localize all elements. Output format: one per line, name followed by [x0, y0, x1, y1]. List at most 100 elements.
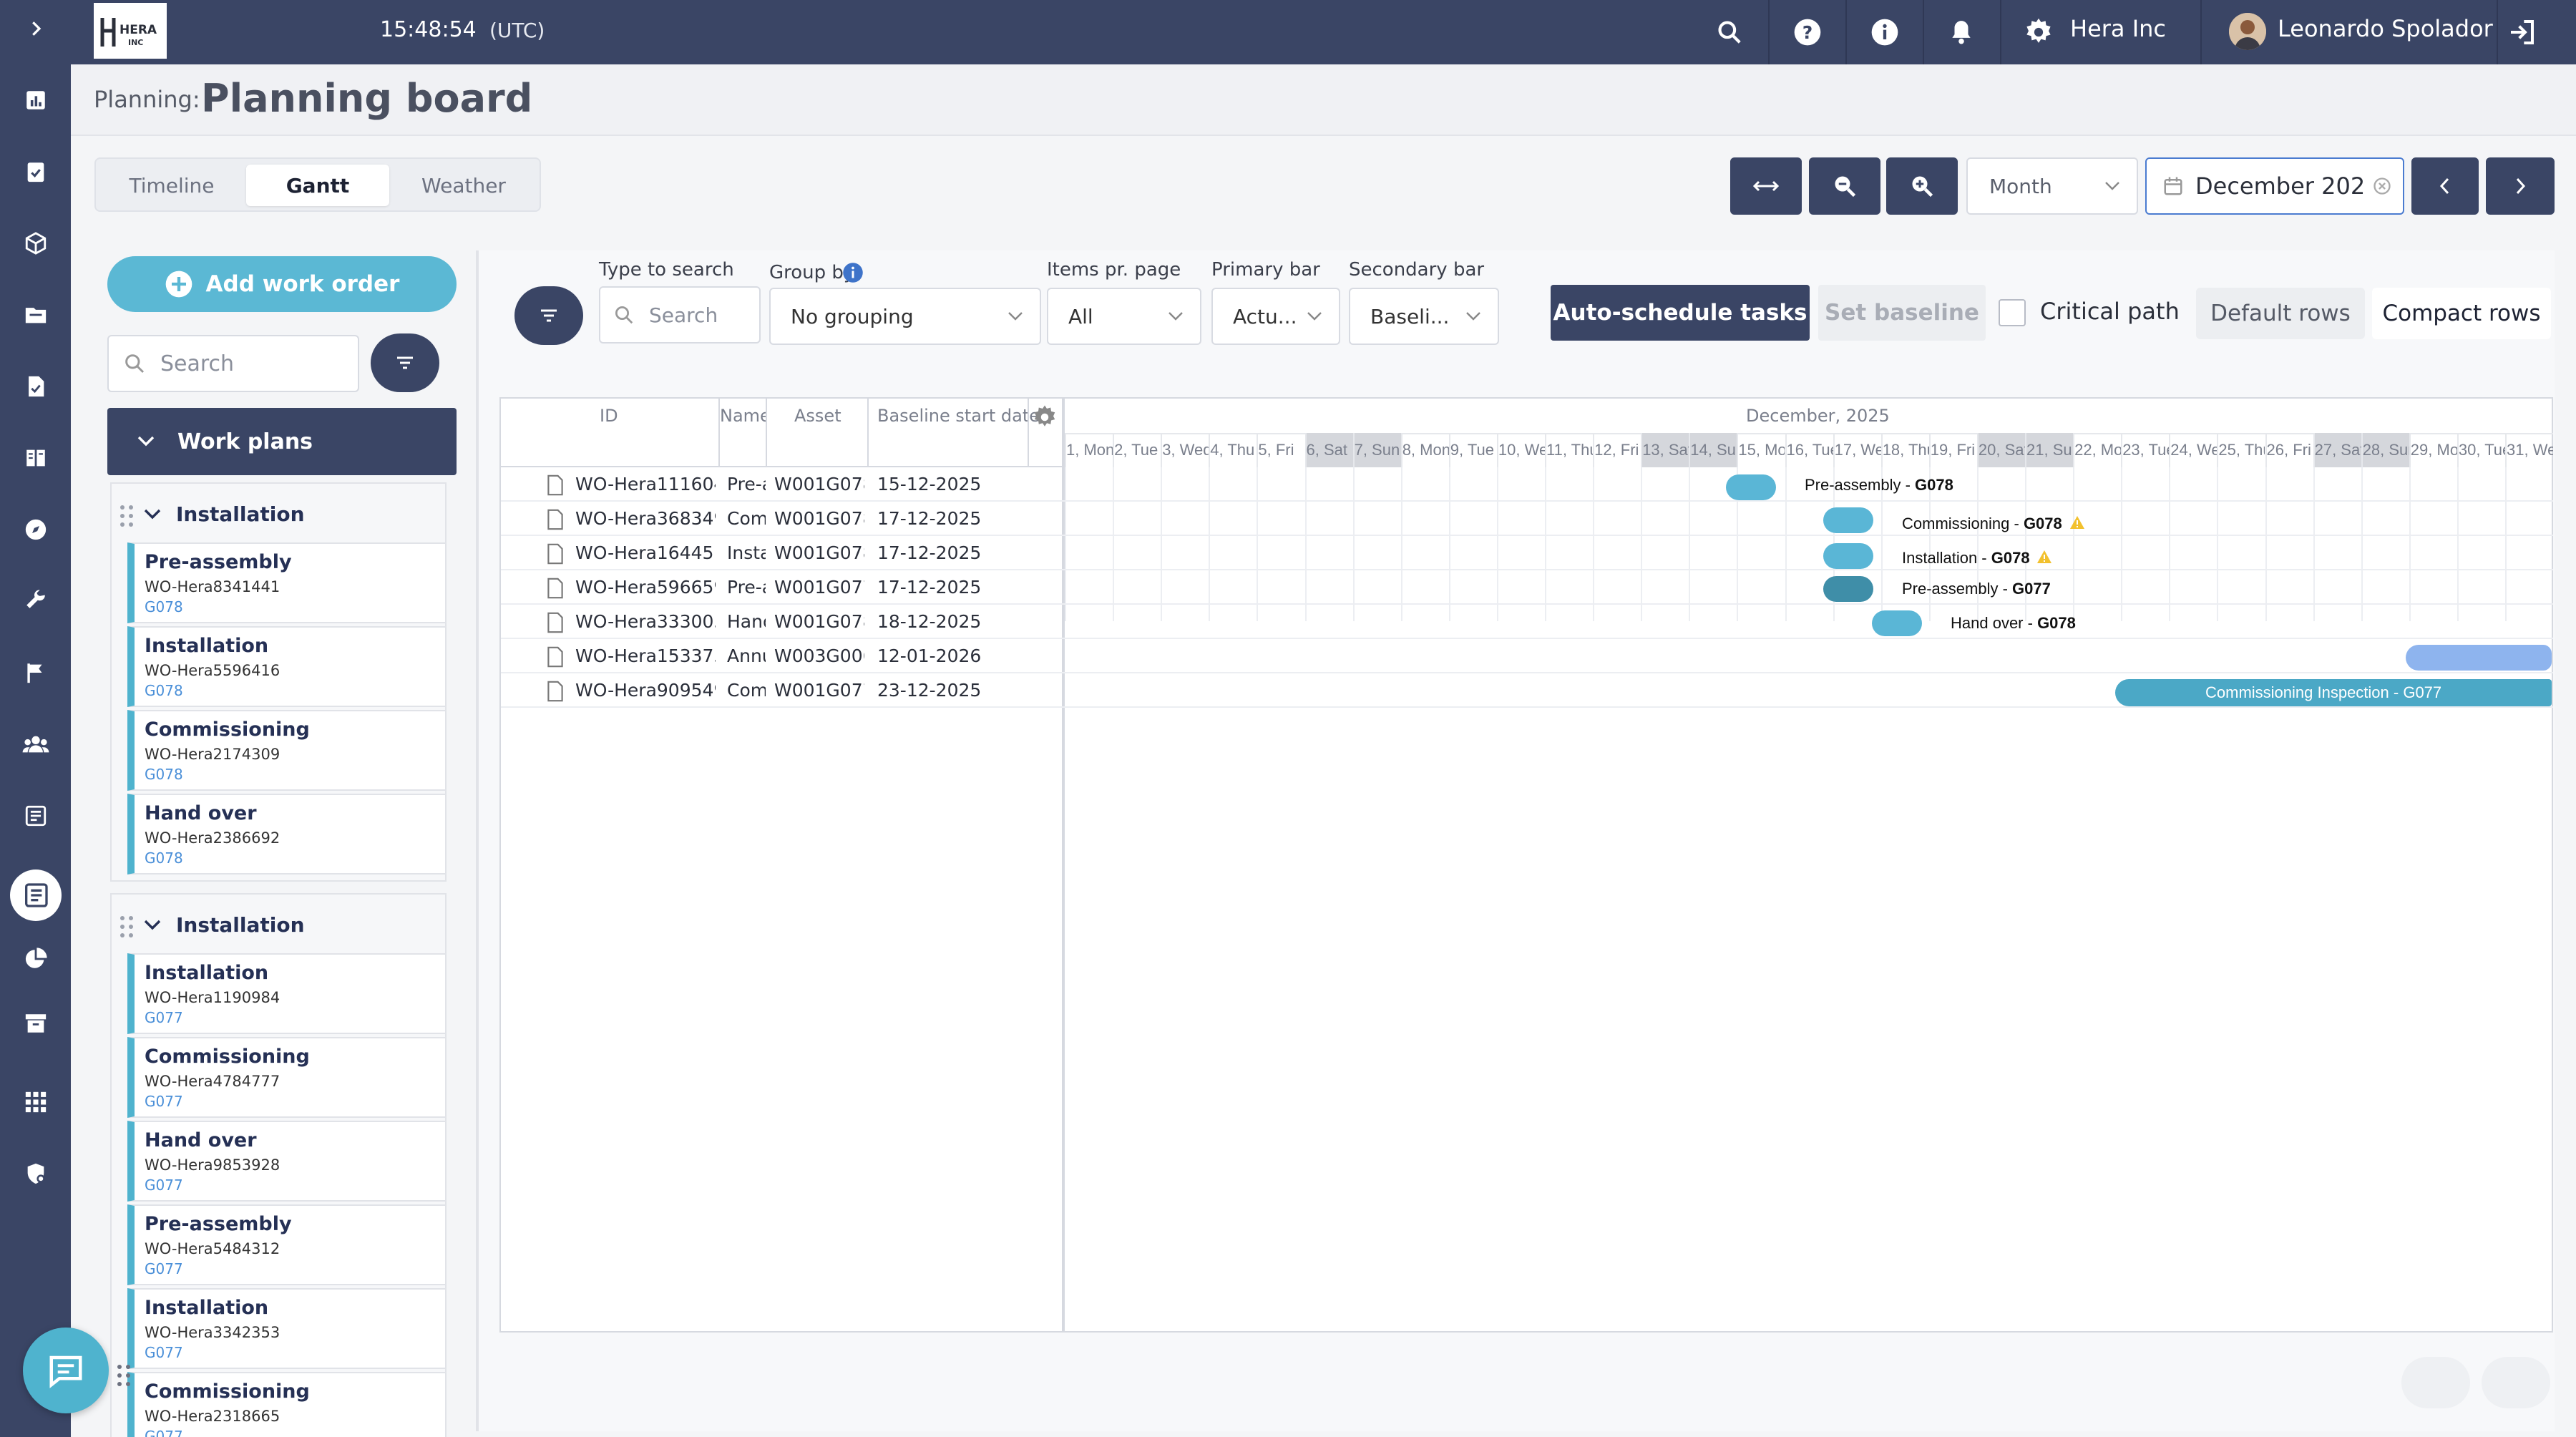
gantt-bar[interactable]	[2406, 645, 2552, 671]
work-order-card[interactable]: Hand over WO-Hera2386692 G078	[127, 794, 447, 875]
work-order-card[interactable]: Commissioning WO-Hera2174309 G078	[127, 710, 447, 791]
items-per-page-select[interactable]: All	[1047, 288, 1201, 345]
wrench-icon[interactable]	[18, 583, 54, 619]
table-row[interactable]: WO-Hera1116046 Pre-assembly W001G078 15-…	[501, 467, 2553, 502]
work-order-card[interactable]: Installation WO-Hera1190984 G077	[127, 953, 447, 1034]
table-header: ID Name Asset Baseline start date	[501, 399, 1065, 467]
primary-bar-select[interactable]: Actu...	[1211, 288, 1340, 345]
work-order-card[interactable]: Installation WO-Hera5596416 G078	[127, 626, 447, 707]
planning-list-icon[interactable]	[18, 798, 54, 834]
planning-board-icon[interactable]	[10, 869, 62, 921]
chevron-down-icon[interactable]	[143, 508, 162, 521]
filter-button[interactable]	[371, 333, 439, 392]
gantt-bar-label: Pre-assembly - G077	[1902, 580, 2051, 598]
chat-icon	[49, 1355, 82, 1388]
work-plan-group: Installation Installation WO-Hera1190984 G…	[110, 893, 447, 1437]
plus-circle-icon	[165, 271, 192, 298]
table-row[interactable]: WO-Hera3330057 Hand over W001G078 18-12-…	[501, 605, 2553, 639]
zoom-in-button[interactable]	[1886, 157, 1958, 215]
settings-gear-icon[interactable]	[2021, 14, 2057, 50]
company-name[interactable]: Hera Inc	[2070, 15, 2166, 42]
drag-handle-icon[interactable]	[119, 915, 135, 939]
column-header-start[interactable]: Baseline start date	[877, 406, 1040, 426]
gantt-bar[interactable]	[1872, 610, 1922, 636]
gantt-bar[interactable]	[1823, 576, 1873, 602]
page-prev-button[interactable]	[2401, 1357, 2470, 1408]
gantt-bar[interactable]	[1726, 474, 1776, 500]
archive-icon[interactable]	[18, 1005, 54, 1041]
drag-handle-icon[interactable]	[119, 504, 135, 528]
folder-icon[interactable]	[18, 297, 54, 333]
package-icon[interactable]	[18, 225, 54, 261]
next-period-button[interactable]	[2486, 157, 2555, 215]
resize-handle-icon[interactable]	[116, 1363, 132, 1388]
primary-bar-value: Actu...	[1233, 304, 1297, 328]
search-placeholder: Search	[160, 351, 235, 376]
gantt-filter-button[interactable]	[514, 286, 583, 345]
expand-menu-icon[interactable]	[18, 11, 54, 47]
work-order-card[interactable]: Commissioning WO-Hera4784777 G077	[127, 1037, 447, 1118]
info-icon[interactable]	[842, 262, 864, 283]
gantt-bar[interactable]	[1823, 507, 1873, 533]
work-plans-header[interactable]: Work plans	[107, 408, 457, 475]
default-rows-button[interactable]: Default rows	[2196, 288, 2365, 339]
column-header-asset[interactable]: Asset	[794, 406, 841, 426]
gantt-search-input[interactable]: Search	[599, 286, 761, 344]
document-check-icon[interactable]	[18, 369, 54, 404]
previous-period-button[interactable]	[2411, 157, 2479, 215]
column-header-id[interactable]: ID	[600, 406, 618, 426]
date-picker[interactable]: December 202	[2145, 157, 2404, 215]
analytics-icon[interactable]	[18, 82, 54, 118]
help-icon[interactable]: ?	[1790, 14, 1825, 50]
set-baseline-button[interactable]: Set baseline	[1818, 285, 1986, 341]
scale-select[interactable]: Month	[1966, 157, 2138, 215]
chat-support-button[interactable]	[23, 1328, 109, 1413]
group-by-select[interactable]: No grouping	[769, 288, 1041, 345]
tab-weather[interactable]: Weather	[394, 165, 534, 206]
gantt-bar[interactable]	[1823, 543, 1873, 569]
chevron-down-icon[interactable]	[143, 919, 162, 932]
work-order-search[interactable]: Search	[107, 335, 359, 392]
auto-schedule-button[interactable]: Auto-schedule tasks	[1551, 285, 1810, 341]
column-settings-gear-icon[interactable]	[1032, 404, 1058, 430]
search-icon	[125, 354, 145, 374]
cell-asset: W001G077	[774, 680, 864, 701]
team-icon[interactable]	[18, 726, 54, 762]
compass-icon[interactable]	[18, 512, 54, 547]
tab-gantt[interactable]: Gantt	[246, 165, 389, 206]
pie-chart-icon[interactable]	[18, 941, 54, 977]
user-avatar[interactable]	[2229, 13, 2266, 50]
work-order-card[interactable]: Commissioning WO-Hera2318665 G077	[127, 1372, 447, 1437]
apps-grid-icon[interactable]	[18, 1084, 54, 1120]
critical-path-checkbox[interactable]	[1999, 299, 2026, 326]
notifications-bell-icon[interactable]	[1943, 14, 1979, 50]
zoom-out-button[interactable]	[1809, 157, 1880, 215]
flag-icon[interactable]	[18, 655, 54, 691]
table-row[interactable]: WO-Hera1533753 Annual W003G006 12-01-202…	[501, 639, 2553, 673]
clear-date-icon[interactable]	[2372, 176, 2392, 196]
work-order-card[interactable]: Pre-assembly WO-Hera8341441 G078	[127, 542, 447, 623]
warning-icon[interactable]	[2069, 515, 2085, 530]
work-order-card[interactable]: Hand over WO-Hera9853928 G077	[127, 1121, 447, 1202]
work-order-card[interactable]: Pre-assembly WO-Hera5484312 G077	[127, 1204, 447, 1285]
table-row[interactable]: WO-Hera1644510 Installation W001G078 17-…	[501, 536, 2553, 570]
work-order-card[interactable]: Installation WO-Hera3342353 G077	[127, 1288, 447, 1369]
add-work-order-button[interactable]: Add work order	[107, 256, 457, 312]
logout-icon[interactable]	[2504, 14, 2540, 50]
checklist-icon[interactable]	[18, 154, 54, 190]
secondary-bar-select[interactable]: Baseli...	[1349, 288, 1499, 345]
security-settings-icon[interactable]	[18, 1156, 54, 1192]
gantt-bar-label: Commissioning Inspection - G077	[2205, 683, 2442, 701]
warning-icon[interactable]	[2036, 550, 2052, 564]
tab-timeline[interactable]: Timeline	[102, 165, 242, 206]
user-name[interactable]: Leonardo Spolador	[2278, 15, 2493, 42]
map-book-icon[interactable]	[18, 440, 54, 476]
column-header-name[interactable]: Name	[720, 406, 766, 426]
info-icon[interactable]	[1867, 14, 1903, 50]
table-row[interactable]: WO-Hera3683495 Commissioning W001G078 17…	[501, 502, 2553, 536]
table-row[interactable]: WO-Hera596659 Pre-assembly W001G077 17-1…	[501, 570, 2553, 605]
search-icon[interactable]	[1712, 14, 1747, 50]
fit-width-button[interactable]	[1730, 157, 1802, 215]
page-next-button[interactable]	[2482, 1357, 2550, 1408]
compact-rows-button[interactable]: Compact rows	[2372, 288, 2551, 339]
